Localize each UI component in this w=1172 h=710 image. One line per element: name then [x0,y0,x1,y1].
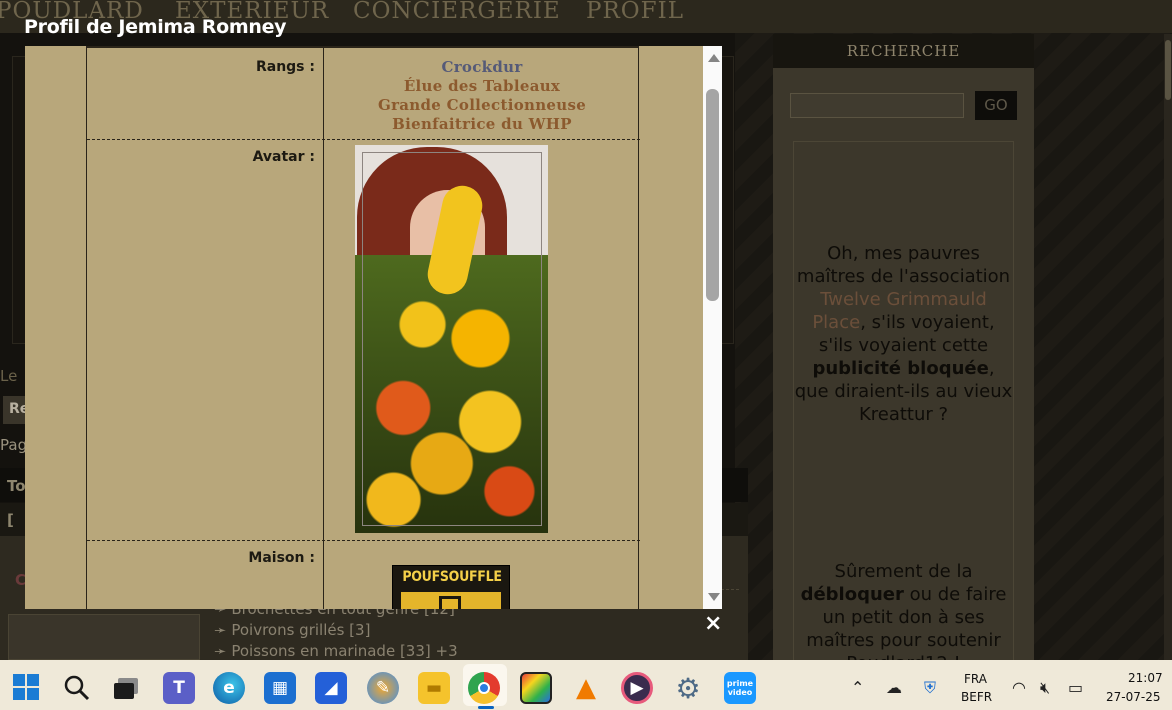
ad-unblock-link[interactable]: débloquer [801,584,904,605]
house-crest-icon [401,592,501,609]
edge-icon[interactable]: e [213,672,245,704]
onedrive-cloud-icon[interactable]: ☁ [886,678,902,697]
avatar-label: Avatar : [252,149,315,165]
active-app-indicator [478,706,494,709]
volume-muted-icon[interactable]: 🔇︎ [1040,678,1050,698]
background-text-fragment: Pag [0,436,28,454]
rank-item: Élue des Tableaux [403,77,561,95]
ad-paragraph-1: Oh, mes pauvres maîtres de l'association… [794,243,1013,425]
page-scrollbar-thumb[interactable] [1165,40,1171,100]
subforum-link[interactable]: ➛ Poissons en marinade [33] +3 [214,642,458,660]
close-icon[interactable]: × [704,613,722,635]
modal-scrollbar[interactable] [703,46,722,609]
search-go-button[interactable]: GO [975,91,1017,120]
house-label: Maison : [248,550,315,566]
background-text-fragment: Le [0,367,18,385]
media-player-icon[interactable]: ▶ [621,672,653,704]
vlc-icon[interactable]: ▲ [570,672,602,704]
clock-time[interactable]: 21:07 [1128,671,1163,685]
modal-scrollbar-thumb[interactable] [706,89,719,301]
chrome-icon[interactable] [468,672,500,704]
nav-item-conciergerie[interactable]: CONCIERGERIE [353,0,561,24]
wifi-icon[interactable]: ◠ [1012,678,1026,697]
task-view-icon[interactable] [114,678,138,700]
scroll-down-arrow-icon[interactable] [708,593,720,601]
rank-item: Bienfaitrice du WHP [392,115,572,133]
ad-block-message: Oh, mes pauvres maîtres de l'association… [793,141,1014,660]
store-icon[interactable]: ▦ [264,672,296,704]
nav-item-profil[interactable]: PROFIL [586,0,684,24]
row-divider [87,540,640,541]
rank-item: Crockdur [441,58,523,76]
avatar-image [355,145,548,533]
settings-gear-icon[interactable]: ⚙ [672,672,704,705]
ad-paragraph-2: Sûrement de la débloquer ou de faire un … [800,561,1007,660]
modal-title: Profil de Jemima Romney [24,16,287,38]
sidebar: RECHERCHE GO Oh, mes pauvres maîtres de … [773,34,1034,660]
language-code[interactable]: FRA [964,672,987,686]
scroll-up-arrow-icon[interactable] [708,54,720,62]
row-divider [87,139,640,140]
profile-modal: Rangs : Crockdur Élue des Tableaux Grand… [25,46,722,609]
badger-image [8,614,200,660]
search-icon[interactable] [63,674,91,702]
teams-icon[interactable]: T [163,672,195,704]
search-title: RECHERCHE [773,34,1034,68]
battery-charging-icon[interactable]: ▭ [1068,678,1083,697]
house-badge: POUFSOUFFLE [392,565,510,609]
show-hidden-icons-chevron-icon[interactable]: ⌃ [851,678,864,697]
search-input[interactable] [790,93,964,118]
photos-icon[interactable] [520,672,552,704]
background-text-fragment: To [7,477,26,495]
vs-code-icon[interactable]: ◢ [315,672,347,704]
house-badge-label: POUFSOUFFLE [402,569,502,585]
file-explorer-icon[interactable]: ▬ [418,672,450,704]
clock-date[interactable]: 27-07-25 [1106,690,1160,704]
paint-icon[interactable]: ✎ [367,672,399,704]
prime-video-icon[interactable]: prime video [724,672,756,704]
page-scrollbar[interactable] [1164,34,1172,660]
keyboard-layout[interactable]: BEFR [961,690,992,704]
subforum-link[interactable]: ➛ Poivrons grillés [3] [214,621,370,639]
profile-table: Rangs : Crockdur Élue des Tableaux Grand… [86,46,640,609]
start-icon[interactable] [13,674,39,700]
security-shield-icon[interactable]: ⛨ [924,678,936,698]
rank-item: Grande Collectionneuse [377,96,587,114]
ranks-label: Rangs : [255,59,315,75]
background-text-fragment: [ [7,511,14,529]
